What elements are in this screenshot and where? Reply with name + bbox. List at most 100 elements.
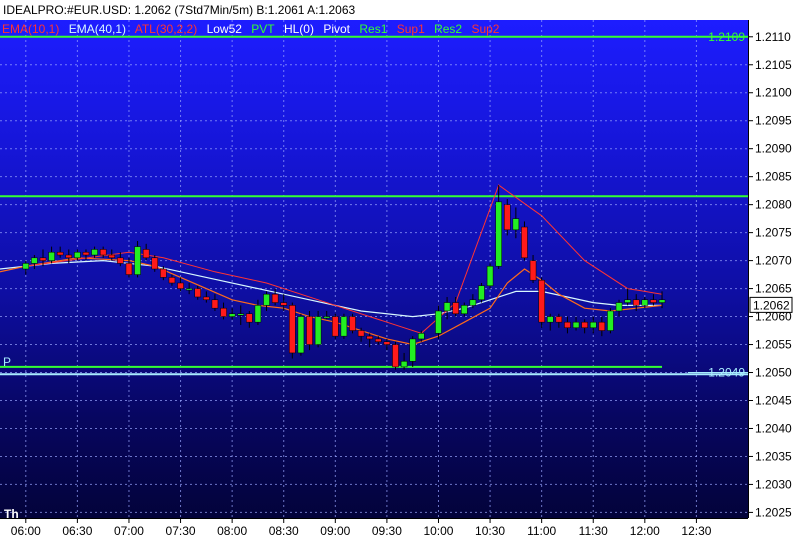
legend-hl[interactable]: HL(0) [284,22,314,36]
candle-down[interactable] [194,288,201,298]
chart-plot-area[interactable]: EMA(10,1) EMA(40,1) ATL(30,2,2) Low52 PV… [0,20,748,518]
candle-down[interactable] [375,338,382,342]
candle-up[interactable] [486,265,494,287]
price-axis[interactable]: 1.2110 1.2105 1.2100 1.2095 1.2090 1.2085 1.20… [748,20,793,518]
candle-down[interactable] [332,316,339,337]
candle-up[interactable] [340,316,348,337]
candle-up[interactable] [134,246,141,275]
candle-up[interactable] [228,313,236,317]
legend-low52[interactable]: Low52 [207,22,242,36]
candle-up[interactable] [435,310,442,334]
candle-down[interactable] [271,293,279,303]
candle-up[interactable] [91,249,98,256]
window-title: IDEALPRO:#EUR.USD: 1.2062 (7Std7Min/5m) … [0,0,793,20]
candle-down[interactable] [151,257,159,270]
candle-down[interactable] [383,341,391,345]
legend-res1[interactable]: Res1 [359,22,387,36]
candle-down[interactable] [203,296,210,301]
y-tick-label: 1.2090 [755,142,792,156]
candle-down[interactable] [65,254,73,259]
candle-down[interactable] [168,277,176,284]
candle-up[interactable] [624,299,631,303]
candle-up[interactable] [615,302,623,312]
candle-down[interactable] [280,302,287,306]
current-price-label: 1.2062 [753,298,790,312]
candle-down[interactable] [632,299,640,306]
candle-down[interactable] [117,257,124,264]
candle-up[interactable] [607,310,614,331]
candle-up[interactable] [495,201,502,267]
axis-corner [748,518,793,548]
x-tick-label: 11:30 [579,524,608,538]
candle-down[interactable] [598,321,606,331]
candle-down[interactable] [538,279,545,323]
y-tick-label: 1.2110 [755,30,791,44]
candle-down[interactable] [289,305,296,354]
candle-down[interactable] [581,321,588,329]
candle-down[interactable] [39,257,47,261]
candle-down[interactable] [142,249,150,259]
candle-up[interactable] [641,299,649,306]
candle-up[interactable] [31,257,38,264]
candle-up[interactable] [297,316,305,354]
candle-down[interactable] [160,268,167,278]
candle-up[interactable] [323,316,330,319]
time-axis[interactable]: 06:00 06:30 07:00 07:30 08:00 08:30 09:00 09:30… [0,518,748,548]
candle-up[interactable] [254,305,262,323]
candle-up[interactable] [572,321,580,329]
legend-ema-10[interactable]: EMA(10,1) [2,22,59,36]
candle-up[interactable] [589,321,597,329]
candle-down[interactable] [392,344,399,368]
candle-down[interactable] [99,249,107,256]
legend-pivot[interactable]: Pivot [323,22,350,36]
candle-up[interactable] [478,285,485,301]
candle-up[interactable] [22,263,30,270]
candle-up[interactable] [48,251,55,261]
candle-down[interactable] [82,251,90,256]
legend-atl[interactable]: ATL(30,2,2) [135,22,197,36]
candle-down[interactable] [125,263,133,275]
legend-res2[interactable]: Res2 [434,22,462,36]
candle-down[interactable] [349,316,356,331]
x-tick-label: 07:30 [166,524,196,538]
legend-pvt[interactable]: PVT [251,22,274,36]
candle-down[interactable] [452,302,459,315]
candle-up[interactable] [547,316,554,323]
y-tick-label: 1.2100 [755,86,792,100]
candle-down[interactable] [564,321,571,329]
legend-ema-40[interactable]: EMA(40,1) [69,22,126,36]
candle-up[interactable] [461,305,468,315]
candle-up[interactable] [469,299,477,306]
candle-up[interactable] [443,302,451,312]
y-tick-label: 1.2075 [755,226,792,240]
candle-down[interactable] [211,299,219,309]
candle-down[interactable] [56,251,64,256]
candle-up[interactable] [400,361,408,368]
candle-down[interactable] [220,307,227,317]
candle-up[interactable] [237,313,244,316]
candle-down[interactable] [366,335,373,340]
candle-up[interactable] [512,218,520,231]
candle-down[interactable] [521,226,528,259]
legend-sup1[interactable]: Sup1 [397,22,425,36]
candle-up[interactable] [658,299,666,303]
candle-down[interactable] [306,316,313,345]
candle-up[interactable] [418,333,425,340]
candle-down[interactable] [504,204,511,231]
candle-up[interactable] [409,338,416,362]
candle-down[interactable] [529,260,537,281]
candle-down[interactable] [108,254,116,259]
candle-down[interactable] [555,316,563,323]
price-tag-label: 1.2109 [708,30,745,44]
candle-up[interactable] [314,316,322,345]
x-tick-label: 10:00 [423,524,453,538]
candle-up[interactable] [74,251,81,259]
candle-down[interactable] [650,299,657,303]
candle-up[interactable] [263,293,270,306]
candle-down[interactable] [246,313,253,323]
candle-down[interactable] [357,330,365,337]
candle-down[interactable] [177,282,184,289]
candle-up[interactable] [185,288,193,291]
legend-sup2[interactable]: Sup2 [471,22,499,36]
y-tick-label: 1.2055 [755,338,792,352]
